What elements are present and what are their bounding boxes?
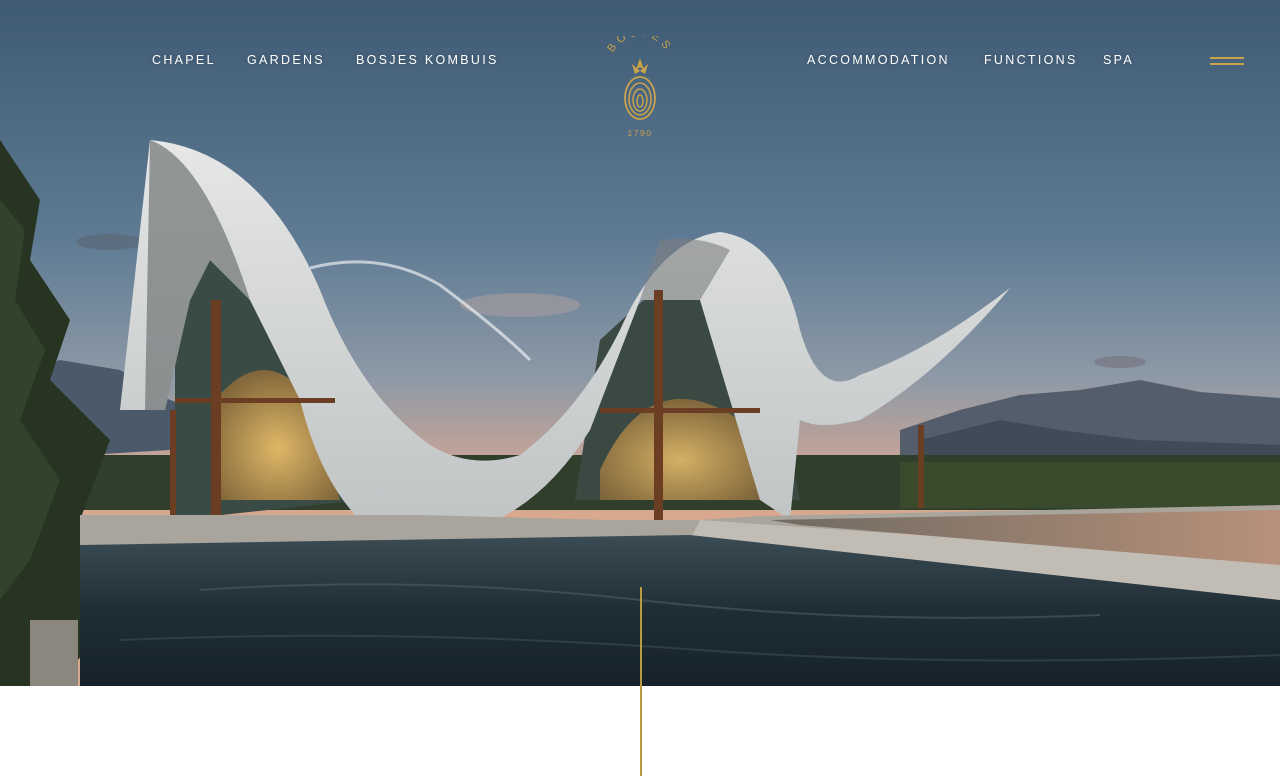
logo-year: 1790 [627, 128, 653, 138]
nav-gardens[interactable]: GARDENS [247, 53, 325, 67]
hero-section: CHAPEL GARDENS BOSJES KOMBUIS BOSJES 179… [0, 0, 1280, 686]
nav-functions[interactable]: FUNCTIONS [984, 53, 1078, 67]
hamburger-menu-icon[interactable] [1208, 54, 1246, 70]
svg-text:BOSJES: BOSJES [605, 36, 675, 55]
pineapple-icon: BOSJES [605, 36, 675, 120]
menu-line-top [1210, 57, 1244, 59]
menu-line-bottom [1210, 63, 1244, 65]
logo-wordmark: BOSJES [605, 36, 671, 55]
nav-chapel[interactable]: CHAPEL [152, 53, 216, 67]
nav-spa[interactable]: SPA [1103, 53, 1134, 67]
brand-logo[interactable]: BOSJES 1790 [600, 36, 680, 142]
nav-accommodation[interactable]: ACCOMMODATION [807, 53, 950, 67]
scroll-indicator-line [640, 587, 642, 776]
nav-bosjes-kombuis[interactable]: BOSJES KOMBUIS [356, 53, 499, 67]
